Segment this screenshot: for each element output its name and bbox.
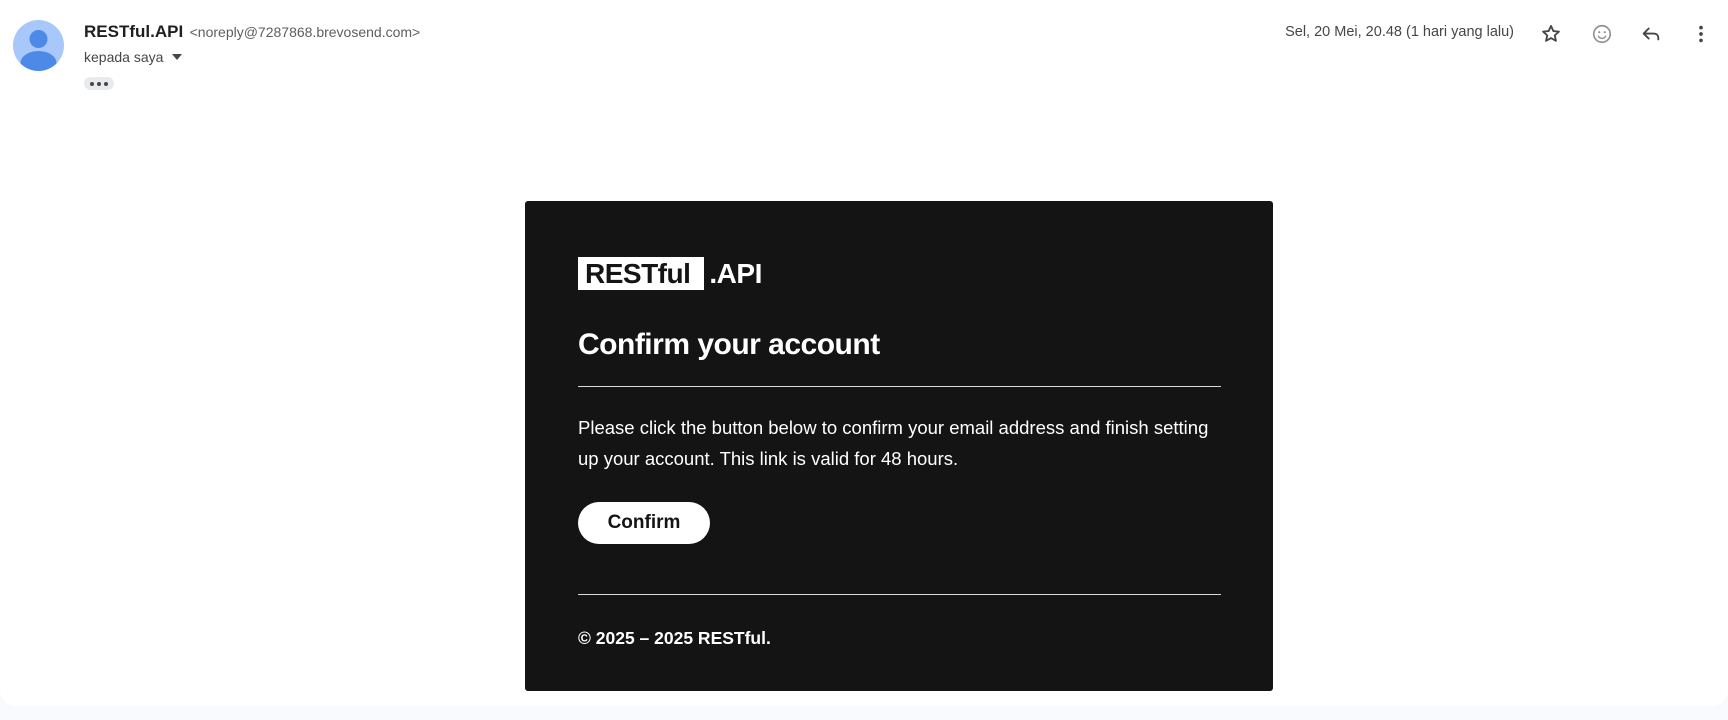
show-trimmed-content-button[interactable]	[84, 77, 114, 90]
divider-bottom	[578, 594, 1221, 595]
emoji-reaction-icon	[1592, 24, 1612, 44]
email-title: Confirm your account	[578, 328, 880, 361]
message-pane: RESTful.API <noreply@7287868.brevosend.c…	[0, 0, 1728, 706]
more-options-button[interactable]	[1685, 18, 1717, 50]
avatar-person-icon	[20, 30, 57, 71]
sender-name[interactable]: RESTful.API	[84, 22, 183, 41]
logo-suffix: .API	[709, 257, 762, 289]
logo-main: RESTful	[578, 257, 705, 290]
recipient-line: kepada saya	[84, 49, 183, 65]
email-body-text: Please click the button below to confirm…	[578, 417, 1209, 469]
star-icon	[1542, 25, 1560, 42]
reply-icon	[1642, 27, 1660, 41]
confirm-button[interactable]: Confirm	[578, 502, 710, 544]
sender-email: <noreply@7287868.brevosend.com>	[189, 24, 421, 40]
divider-top	[578, 386, 1221, 387]
reply-button[interactable]	[1635, 18, 1667, 50]
restful-api-logo: RESTful .API	[578, 257, 762, 290]
copyright-text: © 2025 – 2025 RESTful.	[578, 628, 771, 648]
message-date: Sel, 20 Mei, 20.48 (1 hari yang lalu)	[1285, 24, 1514, 40]
dot	[97, 81, 101, 86]
more-vert-icon	[1699, 25, 1703, 43]
dot	[104, 81, 108, 86]
add-reaction-button[interactable]	[1586, 18, 1618, 50]
dot	[90, 81, 94, 86]
chevron-down-icon[interactable]	[172, 54, 183, 60]
email-body-card: RESTful .API Confirm your account Please…	[525, 201, 1273, 691]
sender-avatar[interactable]	[13, 20, 64, 71]
sender-line: RESTful.API <noreply@7287868.brevosend.c…	[84, 22, 420, 42]
star-button[interactable]	[1535, 18, 1567, 50]
recipient-label: kepada saya	[84, 49, 164, 65]
